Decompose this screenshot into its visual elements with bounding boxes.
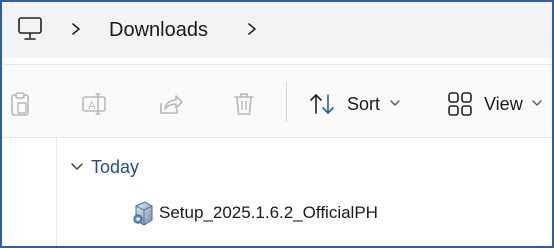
navigation-pane-edge: [56, 138, 57, 246]
installer-file-icon: [133, 201, 153, 226]
computer-icon[interactable]: [17, 16, 43, 42]
file-name[interactable]: Setup_2025.1.6.2_OfficialPH: [159, 202, 378, 224]
chevron-right-icon[interactable]: [245, 19, 259, 39]
rename-icon[interactable]: A: [80, 90, 108, 118]
view-icon[interactable]: [446, 90, 474, 118]
delete-icon[interactable]: [230, 90, 258, 118]
group-header-today[interactable]: Today: [91, 156, 139, 178]
chevron-right-icon[interactable]: [69, 19, 83, 39]
sort-icon[interactable]: [308, 90, 336, 118]
file-item[interactable]: Setup_2025.1.6.2_OfficialPH: [128, 198, 428, 228]
chevron-down-icon[interactable]: [390, 99, 400, 107]
view-button-label[interactable]: View: [484, 93, 523, 115]
chevron-down-icon[interactable]: [70, 161, 84, 173]
address-bar[interactable]: Downloads: [2, 2, 552, 58]
share-icon[interactable]: [156, 90, 184, 118]
chevron-down-icon[interactable]: [532, 99, 542, 107]
command-bar: A Sort View: [2, 65, 552, 137]
sort-button-label[interactable]: Sort: [347, 93, 380, 115]
divider: [2, 137, 552, 138]
svg-text:A: A: [88, 100, 96, 112]
breadcrumb-downloads[interactable]: Downloads: [109, 17, 208, 43]
paste-icon[interactable]: [6, 90, 34, 118]
toolbar-divider: [286, 82, 287, 122]
